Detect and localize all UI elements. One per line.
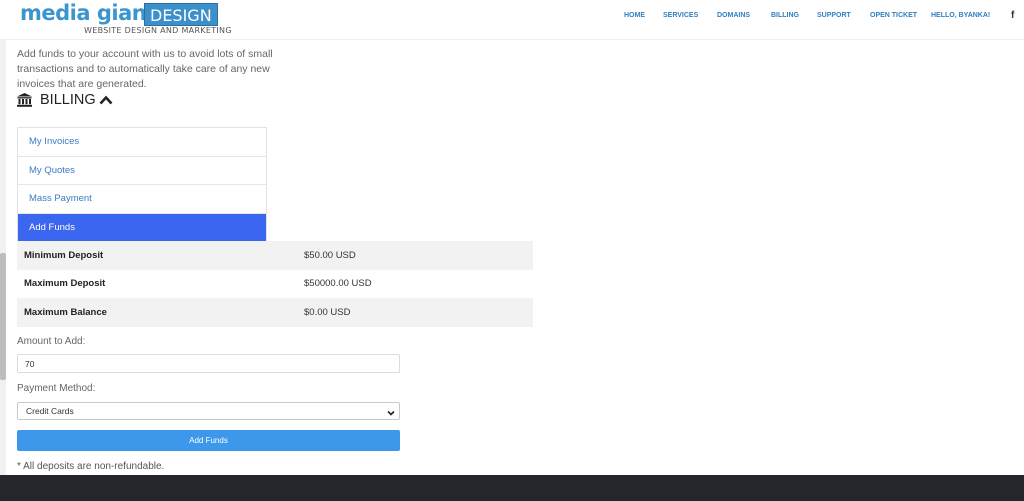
nav-billing[interactable]: BILLING [771,12,799,19]
billing-menu-my-quotes[interactable]: My Quotes [18,157,266,185]
site-footer [0,475,1024,501]
logo-design-box: DESIGN [144,3,218,26]
limit-label: Minimum Deposit [24,249,104,261]
billing-title: BILLING [40,92,96,108]
limit-label: Maximum Deposit [24,278,106,290]
logo-wordmark: media giant [20,1,156,25]
nav-account-greeting[interactable]: HELLO, BYANKA! [931,12,990,19]
table-row: Minimum Deposit $50.00 USD [17,241,533,270]
nav-open-ticket[interactable]: OPEN TICKET [870,12,917,19]
table-row: Maximum Balance $0.00 USD [17,298,533,327]
payment-method-select[interactable]: Credit Cards [17,402,400,420]
amount-input[interactable] [17,354,400,373]
bank-icon [17,93,32,107]
billing-menu: My Invoices My Quotes Mass Payment Add F… [17,127,267,243]
chevron-up-icon[interactable] [99,95,113,105]
billing-menu-my-invoices[interactable]: My Invoices [18,128,266,157]
billing-menu-mass-payment[interactable]: Mass Payment [18,185,266,214]
payment-method-label: Payment Method: [17,383,96,394]
site-header: media giant DESIGN WEBSITE DESIGN AND MA… [0,0,1024,40]
deposit-limits-table: Minimum Deposit $50.00 USD Maximum Depos… [17,241,533,327]
amount-label: Amount to Add: [17,336,86,347]
intro-text: Add funds to your account with us to avo… [17,48,273,90]
add-funds-button[interactable]: Add Funds [17,430,400,451]
table-row: Maximum Deposit $50000.00 USD [17,270,533,299]
limit-value: $50000.00 USD [304,278,372,290]
nav-home[interactable]: HOME [624,12,645,19]
nav-support[interactable]: SUPPORT [817,12,851,19]
facebook-icon[interactable]: f [1011,10,1014,21]
billing-menu-add-funds[interactable]: Add Funds [18,213,266,242]
limit-label: Maximum Balance [24,306,107,318]
chevron-down-icon [386,406,396,424]
page-scrollbar-thumb[interactable] [0,253,6,380]
page-scrollbar-track[interactable] [0,0,6,501]
limit-value: $0.00 USD [304,306,351,318]
nav-services[interactable]: SERVICES [663,12,698,19]
limit-value: $50.00 USD [304,249,356,261]
logo-tagline: WEBSITE DESIGN AND MARKETING [84,26,232,35]
nav-domains[interactable]: DOMAINS [717,12,750,19]
payment-method-value: Credit Cards [26,406,74,416]
billing-panel-header[interactable]: BILLING [17,91,113,109]
refund-note: * All deposits are non-refundable. [17,461,165,472]
